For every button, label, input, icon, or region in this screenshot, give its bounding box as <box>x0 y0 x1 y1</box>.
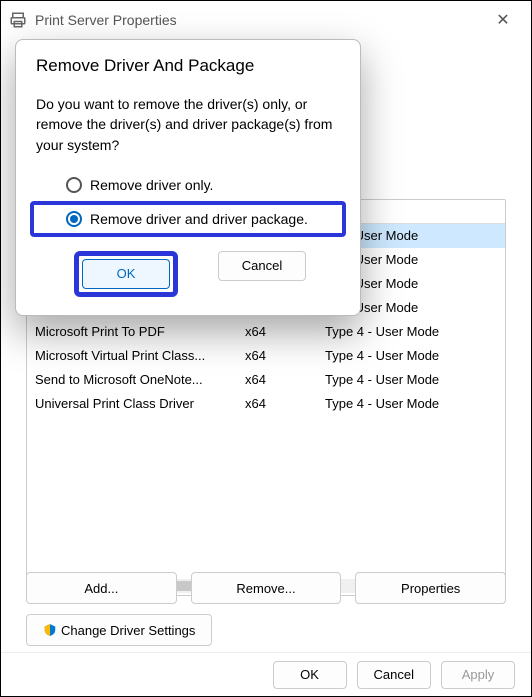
highlight-ok-button: OK <box>74 251 178 297</box>
radio-remove-driver-and-package[interactable]: Remove driver and driver package. <box>60 207 340 231</box>
shield-icon <box>43 623 57 637</box>
highlight-selected-option: Remove driver and driver package. <box>30 201 346 237</box>
close-icon[interactable]: ✕ <box>483 10 523 30</box>
radio-icon <box>66 211 82 227</box>
properties-button[interactable]: Properties <box>355 572 506 604</box>
remove-button[interactable]: Remove... <box>191 572 342 604</box>
table-row[interactable]: Microsoft Print To PDFx64Type 4 - User M… <box>27 320 505 344</box>
dialog-ok-button[interactable]: OK <box>82 259 170 289</box>
titlebar: Print Server Properties ✕ <box>1 1 531 39</box>
cancel-button[interactable]: Cancel <box>357 661 431 689</box>
add-button[interactable]: Add... <box>26 572 177 604</box>
radio-remove-driver-only[interactable]: Remove driver only. <box>60 173 340 197</box>
apply-button[interactable]: Apply <box>441 661 515 689</box>
table-row[interactable]: Microsoft Virtual Print Class...x64Type … <box>27 344 505 368</box>
table-row[interactable]: Send to Microsoft OneNote...x64Type 4 - … <box>27 368 505 392</box>
printer-icon <box>9 11 27 29</box>
dialog-cancel-button[interactable]: Cancel <box>218 251 306 281</box>
radio-label: Remove driver only. <box>90 177 213 193</box>
change-driver-settings-button[interactable]: Change Driver Settings <box>26 614 212 646</box>
change-driver-settings-label: Change Driver Settings <box>61 623 195 638</box>
dialog-title: Remove Driver And Package <box>36 56 340 76</box>
ok-button[interactable]: OK <box>273 661 347 689</box>
window-title: Print Server Properties <box>35 12 483 28</box>
dialog-message: Do you want to remove the driver(s) only… <box>36 94 340 155</box>
remove-driver-dialog: Remove Driver And Package Do you want to… <box>15 39 361 316</box>
table-row[interactable]: Universal Print Class Driverx64Type 4 - … <box>27 392 505 416</box>
radio-label: Remove driver and driver package. <box>90 211 308 227</box>
dialog-button-bar: OK Cancel Apply <box>1 652 531 696</box>
radio-icon <box>66 177 82 193</box>
